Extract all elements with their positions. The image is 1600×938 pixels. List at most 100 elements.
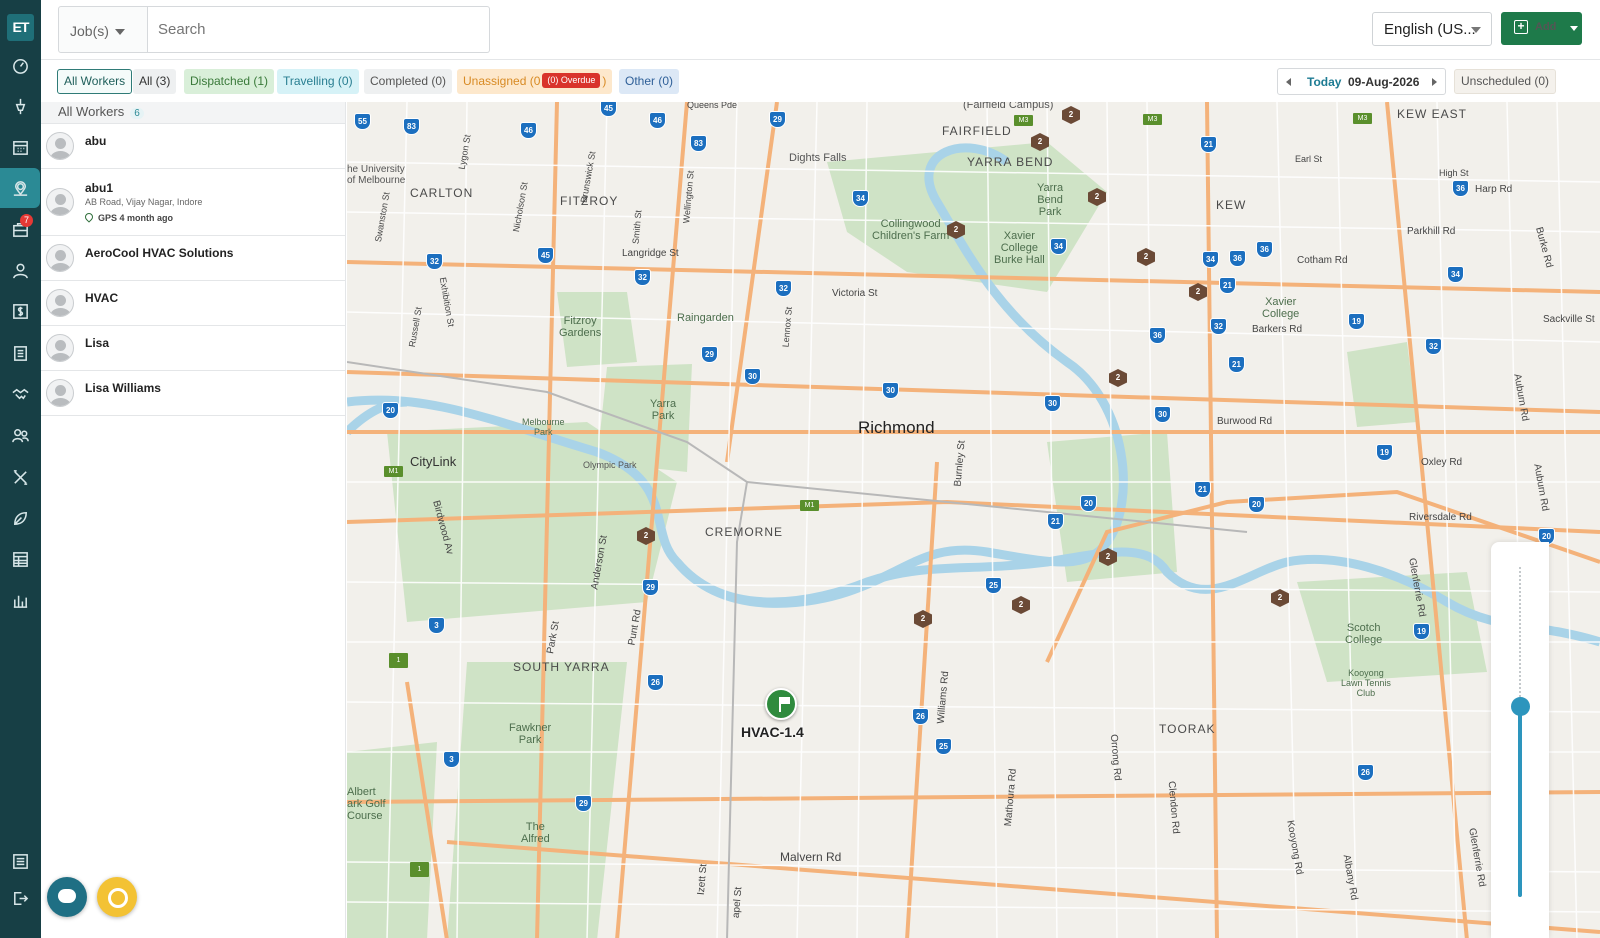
invoice-icon[interactable]	[0, 291, 41, 331]
unassigned-label: Unassigned (0	[463, 74, 541, 88]
map-label: Collingwood Children's Farm	[872, 218, 950, 242]
language-value: English (US...	[1384, 21, 1476, 38]
worker-row[interactable]: HVAC	[41, 281, 345, 326]
map-label: Queens Pde	[687, 102, 738, 110]
alarm-clock-icon[interactable]	[97, 877, 137, 917]
route-shield: 21	[1200, 136, 1217, 153]
job-flag-marker[interactable]	[765, 688, 797, 720]
route-shield: 34	[1447, 266, 1464, 283]
chevron-left-icon[interactable]	[1286, 78, 1291, 86]
route-shield: 30	[882, 382, 899, 399]
route-shield: 19	[1413, 623, 1430, 640]
zoom-handle[interactable]	[1511, 697, 1530, 716]
map-label: Riversdale Rd	[1409, 512, 1472, 523]
map-label: High St	[1439, 168, 1469, 178]
route-shield: 3	[428, 617, 445, 634]
motorway-sign: 1	[410, 862, 429, 877]
today-button[interactable]: Today	[1307, 75, 1341, 89]
handshake-icon[interactable]	[0, 374, 41, 414]
logout-icon[interactable]	[0, 878, 41, 918]
route-shield: 34	[1202, 251, 1219, 268]
park-area	[1347, 342, 1417, 427]
worker-row[interactable]: AeroCool HVAC Solutions	[41, 236, 345, 281]
avatar	[46, 244, 74, 272]
worker-list: All Workers 6 abu abu1 AB Road, Vijay Nag…	[41, 102, 346, 938]
major-road	[725, 102, 779, 463]
worker-row[interactable]: Lisa Williams	[41, 371, 345, 416]
tools-icon[interactable]	[0, 457, 41, 497]
dispatch-icon[interactable]	[0, 86, 41, 126]
list-icon[interactable]	[0, 333, 41, 373]
map-label: Melbourne Park	[522, 417, 565, 437]
map-icon[interactable]	[0, 168, 40, 208]
map-label: Earl St	[1295, 154, 1323, 164]
filter-completed[interactable]: Completed (0)	[364, 69, 453, 94]
route-shield: 55	[354, 113, 371, 130]
map-view[interactable]: (Fairfield Campus) FAIRFIELD KEW EAST YA…	[347, 102, 1600, 938]
map-label: KEW EAST	[1397, 107, 1468, 121]
chevron-right-icon[interactable]	[1432, 78, 1437, 86]
motorway-sign: M3	[1143, 114, 1162, 125]
worker-row[interactable]: Lisa	[41, 326, 345, 371]
jobs-type-select[interactable]: Job(s)	[58, 6, 148, 53]
major-road	[1205, 102, 1219, 938]
chevron-down-icon	[1471, 27, 1481, 33]
avatar	[46, 334, 74, 362]
leaf-icon[interactable]	[0, 498, 41, 538]
map-label: Kooyong Lawn Tennis Club	[1341, 668, 1391, 698]
route-shield: 29	[575, 795, 592, 812]
jobs-icon[interactable]: 7	[0, 209, 41, 249]
motorway-sign: M3	[1014, 115, 1033, 126]
route-shield: 46	[520, 122, 537, 139]
chevron-down-icon	[1570, 26, 1578, 31]
map-label: he University of Melbourne	[347, 164, 406, 186]
search-input[interactable]	[148, 6, 490, 53]
route-shield: 20	[382, 402, 399, 419]
filter-unscheduled[interactable]: Unscheduled (0)	[1454, 69, 1557, 94]
calendar-icon[interactable]	[0, 127, 41, 167]
map-label: Richmond	[858, 418, 935, 437]
route-shield: 26	[1357, 764, 1374, 781]
chat-icon[interactable]	[47, 877, 87, 917]
worker-name: abu1	[85, 181, 114, 195]
map-label: Langridge St	[622, 248, 679, 259]
route-shield: 32	[775, 280, 792, 297]
location-pin-icon	[83, 211, 95, 223]
nav-rail: ET 7	[0, 0, 41, 938]
worker-row[interactable]: abu1 AB Road, Vijay Nagar, Indore GPS 4 …	[41, 169, 345, 236]
route-shield: 21	[1219, 277, 1236, 294]
dashboard-icon[interactable]	[0, 45, 41, 85]
route-shield: 30	[744, 368, 761, 385]
filter-unassigned[interactable]: Unassigned (0 (0) Overdue)	[457, 69, 613, 94]
route-shield: 3	[443, 751, 460, 768]
app-logo[interactable]: ET	[7, 14, 34, 41]
route-shield: 26	[912, 708, 929, 725]
customer-icon[interactable]	[0, 250, 41, 290]
map-label: The Alfred	[521, 821, 550, 845]
report-icon[interactable]	[0, 539, 41, 579]
status-filter-bar: All Workers All (3) Dispatched (1) Trave…	[41, 60, 1600, 102]
job-marker-label: HVAC-1.4	[741, 724, 804, 740]
map-label: Fitzroy Gardens	[559, 315, 602, 339]
route-shield: 34	[852, 190, 869, 207]
worker-row[interactable]: abu	[41, 124, 345, 169]
filter-all-workers[interactable]: All Workers	[57, 69, 133, 94]
current-date[interactable]: 09-Aug-2026	[1348, 75, 1419, 89]
route-shield: 34	[1050, 238, 1067, 255]
add-button[interactable]: + Add	[1501, 12, 1582, 45]
filter-all[interactable]: All (3)	[133, 69, 177, 94]
settings-icon[interactable]	[0, 841, 41, 881]
filter-dispatched[interactable]: Dispatched (1)	[184, 69, 275, 94]
filter-other[interactable]: Other (0)	[619, 69, 680, 94]
worker-address: AB Road, Vijay Nagar, Indore	[85, 197, 203, 207]
plus-icon: +	[1514, 20, 1528, 34]
analytics-icon[interactable]	[0, 580, 41, 620]
zoom-slider[interactable]	[1491, 542, 1549, 938]
avatar	[46, 289, 74, 317]
language-select[interactable]: English (US...	[1372, 12, 1492, 46]
route-shield: 32	[426, 253, 443, 270]
chevron-down-icon	[114, 29, 125, 36]
team-icon[interactable]	[0, 415, 41, 455]
filter-travelling[interactable]: Travelling (0)	[277, 69, 359, 94]
route-shield: 20	[1080, 495, 1097, 512]
